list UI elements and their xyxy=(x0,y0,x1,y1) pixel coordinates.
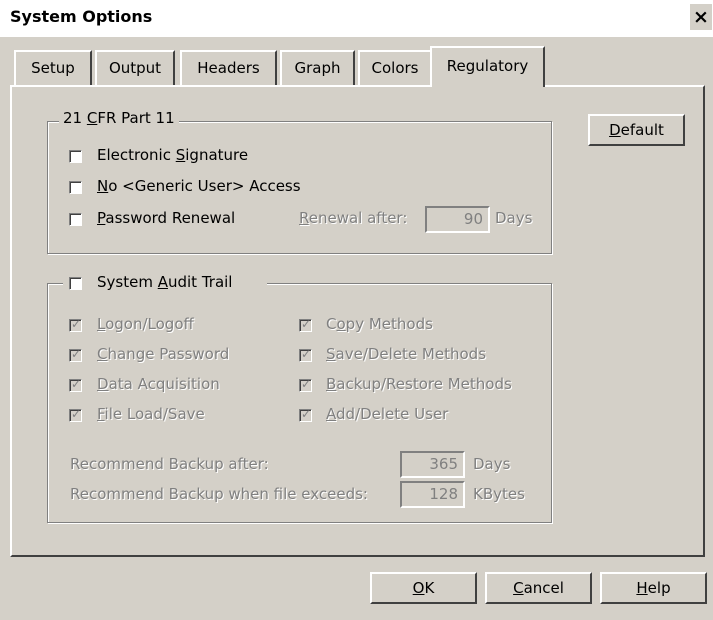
logon-logoff-checkbox[interactable]: ✓ xyxy=(69,317,82,332)
backup-size-unit: KBytes xyxy=(473,485,525,503)
change-password-label[interactable]: Change Password xyxy=(97,345,229,363)
password-renewal-label[interactable]: Password Renewal xyxy=(97,209,235,227)
electronic-signature-checkbox[interactable] xyxy=(69,150,82,163)
renewal-days-input[interactable]: 90 xyxy=(425,206,490,233)
backup-restore-methods-label[interactable]: Backup/Restore Methods xyxy=(326,375,512,393)
system-audit-trail-label[interactable]: System Audit Trail xyxy=(97,273,232,291)
backup-after-unit: Days xyxy=(473,455,511,473)
file-load-save-label[interactable]: File Load/Save xyxy=(97,405,205,423)
add-delete-user-checkbox[interactable]: ✓ xyxy=(299,407,312,422)
tab-setup[interactable]: Setup xyxy=(14,50,92,85)
tab-graph[interactable]: Graph xyxy=(280,50,355,85)
close-icon[interactable]: × xyxy=(690,4,712,30)
active-tab-joint xyxy=(432,84,543,88)
ok-button[interactable]: OK xyxy=(370,572,477,604)
change-password-checkbox[interactable]: ✓ xyxy=(69,347,82,362)
backup-size-input[interactable]: 128 xyxy=(400,481,465,508)
save-delete-methods-checkbox[interactable]: ✓ xyxy=(299,347,312,362)
backup-after-input[interactable]: 365 xyxy=(400,451,465,478)
help-button[interactable]: Help xyxy=(600,572,707,604)
cancel-button[interactable]: Cancel xyxy=(485,572,592,604)
electronic-signature-label[interactable]: Electronic Signature xyxy=(97,146,248,164)
no-generic-user-label[interactable]: No <Generic User> Access xyxy=(97,177,301,195)
tab-output[interactable]: Output xyxy=(95,50,175,85)
backup-after-label: Recommend Backup after: xyxy=(70,455,269,473)
data-acquisition-checkbox[interactable]: ✓ xyxy=(69,377,82,392)
renewal-days-unit: Days xyxy=(495,209,533,227)
copy-methods-label[interactable]: Copy Methods xyxy=(326,315,433,333)
no-generic-user-checkbox[interactable] xyxy=(69,181,82,194)
window-title: System Options xyxy=(10,7,153,26)
password-renewal-checkbox[interactable] xyxy=(69,213,82,226)
default-button[interactable]: Default xyxy=(588,114,685,146)
cfr-group-title: 21 CFR Part 11 xyxy=(59,109,179,127)
system-audit-trail-checkbox[interactable] xyxy=(69,277,82,290)
add-delete-user-label[interactable]: Add/Delete User xyxy=(326,405,448,423)
tab-regulatory[interactable]: Regulatory xyxy=(430,46,545,87)
backup-size-label: Recommend Backup when file exceeds: xyxy=(70,485,368,503)
copy-methods-checkbox[interactable]: ✓ xyxy=(299,317,312,332)
save-delete-methods-label[interactable]: Save/Delete Methods xyxy=(326,345,486,363)
renewal-after-label: Renewal after: xyxy=(299,209,408,227)
logon-logoff-label[interactable]: Logon/Logoff xyxy=(97,315,194,333)
tab-colors[interactable]: Colors xyxy=(358,50,430,85)
data-acquisition-label[interactable]: Data Acquisition xyxy=(97,375,220,393)
backup-restore-methods-checkbox[interactable]: ✓ xyxy=(299,377,312,392)
file-load-save-checkbox[interactable]: ✓ xyxy=(69,407,82,422)
tab-headers[interactable]: Headers xyxy=(180,50,277,85)
